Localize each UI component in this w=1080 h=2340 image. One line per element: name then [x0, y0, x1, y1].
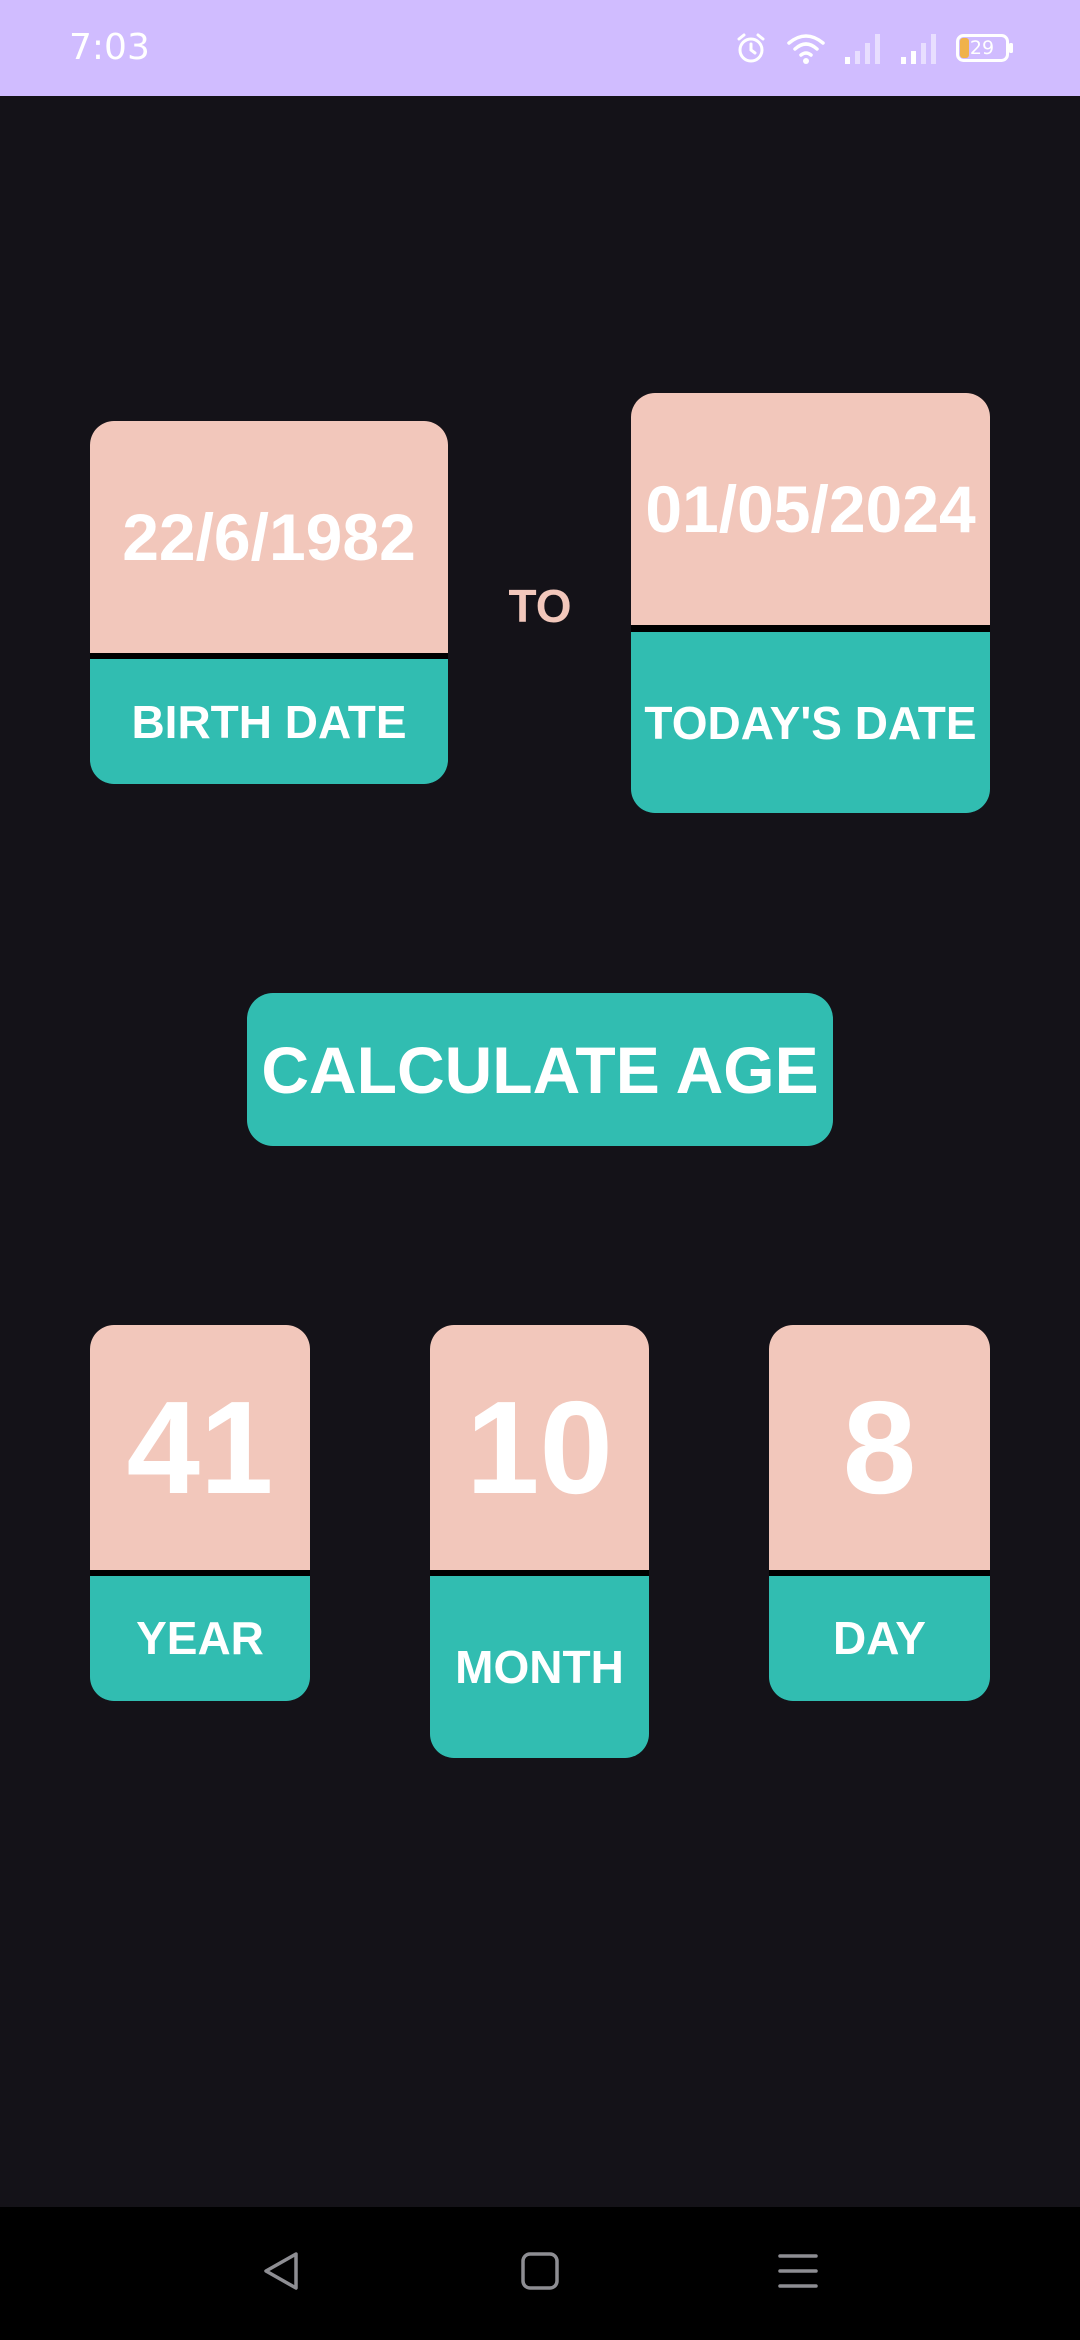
day-result-card: 8 DAY	[769, 1325, 990, 1701]
back-button[interactable]	[221, 2207, 341, 2340]
status-bar: 7:03 29	[0, 0, 1080, 96]
year-label-box: YEAR	[90, 1576, 310, 1701]
home-icon	[520, 2251, 560, 2296]
todays-date-value-box[interactable]: 01/05/2024	[631, 393, 990, 625]
back-icon	[261, 2250, 301, 2297]
day-value-box: 8	[769, 1325, 990, 1570]
recents-button[interactable]	[738, 2207, 858, 2340]
month-label: MONTH	[455, 1640, 624, 1693]
month-value: 10	[466, 1373, 613, 1521]
todays-date-card[interactable]: 01/05/2024 TODAY'S DATE	[631, 393, 990, 813]
month-result-card: 10 MONTH	[430, 1325, 649, 1758]
birth-date-label: BIRTH DATE	[131, 695, 407, 748]
birth-date-value-box[interactable]: 22/6/1982	[90, 421, 448, 653]
alarm-icon	[734, 31, 768, 65]
calculate-age-button[interactable]: CALCULATE AGE	[247, 993, 833, 1146]
todays-date-label-box: TODAY'S DATE	[631, 632, 990, 813]
status-time: 7:03	[69, 27, 150, 68]
month-label-box: MONTH	[430, 1576, 649, 1758]
day-label: DAY	[833, 1612, 926, 1664]
signal-icon	[900, 31, 938, 65]
day-value: 8	[842, 1373, 917, 1521]
birth-date-value: 22/6/1982	[122, 500, 416, 574]
year-value: 41	[126, 1373, 274, 1521]
birth-date-label-box: BIRTH DATE	[90, 659, 448, 784]
todays-date-label: TODAY'S DATE	[644, 696, 977, 749]
to-separator: TO	[508, 580, 572, 632]
signal-icon	[844, 31, 882, 65]
recents-icon	[778, 2251, 818, 2296]
year-result-card: 41 YEAR	[90, 1325, 310, 1701]
battery-level: 29	[969, 37, 995, 59]
navigation-bar	[0, 2207, 1080, 2340]
wifi-icon	[786, 31, 826, 65]
day-label-box: DAY	[769, 1576, 990, 1701]
status-icons: 29	[734, 26, 1014, 70]
home-button[interactable]	[480, 2207, 600, 2340]
year-value-box: 41	[90, 1325, 310, 1570]
month-value-box: 10	[430, 1325, 649, 1570]
year-label: YEAR	[136, 1612, 264, 1664]
todays-date-value: 01/05/2024	[645, 472, 976, 546]
birth-date-card[interactable]: 22/6/1982 BIRTH DATE	[90, 421, 448, 784]
battery-icon: 29	[956, 32, 1014, 64]
